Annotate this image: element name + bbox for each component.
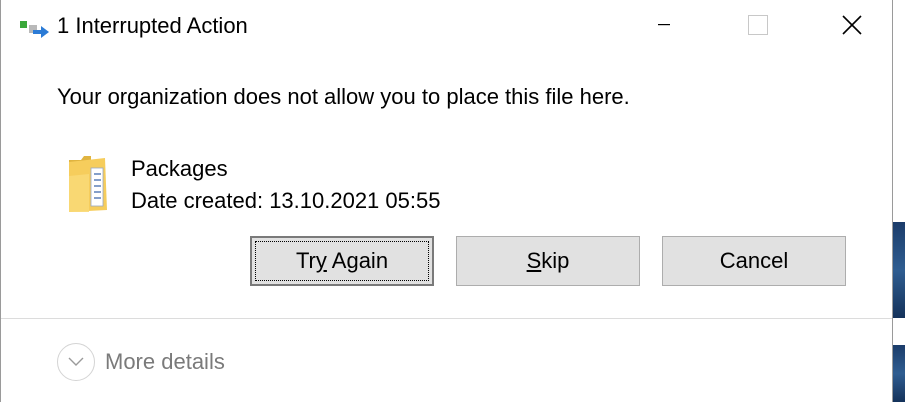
- file-move-icon: [20, 21, 49, 38]
- maximize-icon: [748, 15, 768, 35]
- cancel-button[interactable]: Cancel: [662, 236, 846, 286]
- chevron-down-icon: [68, 357, 84, 366]
- background-window-edge: [893, 0, 905, 402]
- try-again-button[interactable]: Try Again: [250, 236, 434, 286]
- folder-icon: [69, 156, 107, 212]
- title-bar[interactable]: 1 Interrupted Action: [1, 0, 892, 52]
- more-details-label[interactable]: More details: [105, 348, 225, 376]
- skip-mnemonic: S: [526, 248, 542, 273]
- maximize-button[interactable]: [713, 0, 803, 50]
- error-message: Your organization does not allow you to …: [57, 84, 630, 109]
- minimize-button[interactable]: [619, 0, 709, 50]
- focus-rectangle: [255, 241, 429, 281]
- minimize-icon: [658, 24, 670, 26]
- cancel-label: Cancel: [719, 248, 789, 273]
- more-details-toggle[interactable]: [57, 343, 95, 381]
- skip-button[interactable]: Skip: [456, 236, 640, 286]
- skip-label: Skip: [527, 248, 570, 274]
- close-button[interactable]: [807, 0, 897, 50]
- file-date-created: Date created: 13.10.2021 05:55: [131, 188, 441, 213]
- skip-label-end: kip: [541, 248, 570, 273]
- divider: [1, 318, 892, 319]
- interrupted-action-dialog: 1 Interrupted Action Your organization d…: [0, 0, 893, 402]
- background-thumbnail: [893, 222, 905, 318]
- window-title: 1 Interrupted Action: [57, 13, 248, 38]
- file-name: Packages: [131, 156, 228, 181]
- background-thumbnail: [893, 345, 905, 402]
- close-icon: [842, 15, 862, 35]
